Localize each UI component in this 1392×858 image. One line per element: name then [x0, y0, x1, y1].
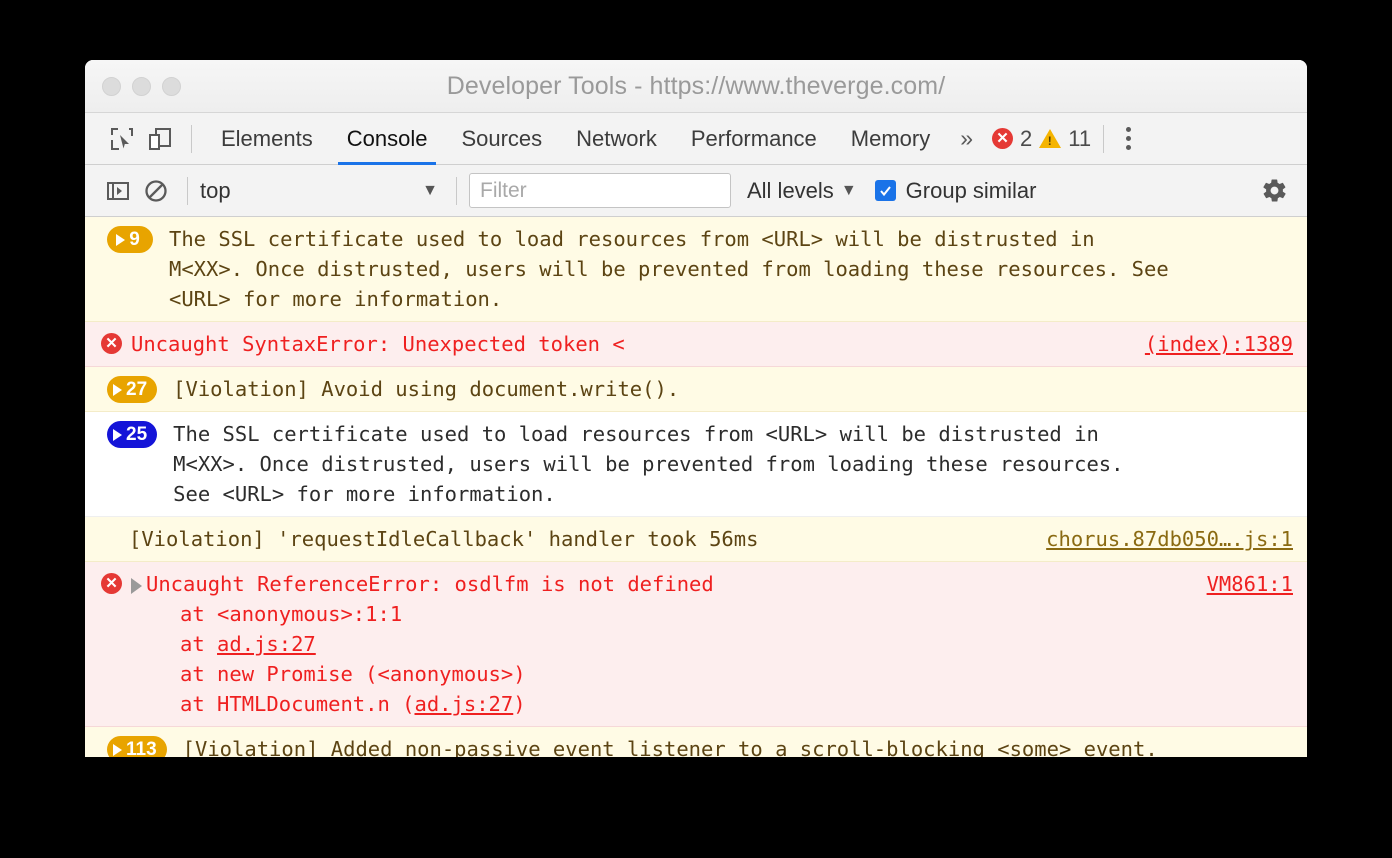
console-message[interactable]: 25 The SSL certificate used to load resou…: [85, 412, 1307, 517]
more-tabs-button[interactable]: »: [947, 125, 986, 152]
devtools-tab-bar: Elements Console Sources Network Perform…: [85, 113, 1307, 165]
stack-frame-link[interactable]: ad.js:27: [415, 692, 514, 716]
minimize-button[interactable]: [132, 76, 151, 96]
message-text: The SSL certificate used to load resourc…: [173, 422, 1124, 506]
message-source-link[interactable]: (index):1389: [1145, 329, 1293, 359]
error-count: 2: [1020, 125, 1033, 151]
inspect-element-icon[interactable]: [103, 120, 141, 158]
message-body: Uncaught SyntaxError: Unexpected token <: [131, 329, 1131, 359]
execution-context-selector[interactable]: top ▼: [200, 178, 444, 204]
title-bar: Developer Tools - https://www.theverge.c…: [85, 60, 1307, 113]
console-message[interactable]: 27 [Violation] Avoid using document.write…: [85, 367, 1307, 412]
console-toolbar: top ▼ All levels ▼ Group similar: [85, 165, 1307, 217]
tab-console[interactable]: Console: [330, 113, 445, 165]
badge-count: 25: [126, 423, 148, 445]
stack-frame: at ad.js:27: [180, 632, 316, 656]
console-toolbar-divider-2: [456, 176, 457, 205]
tab-label: Console: [346, 125, 428, 151]
console-message[interactable]: 113 [Violation] Added non-passive event l…: [85, 727, 1307, 757]
warning-count: 11: [1068, 125, 1092, 151]
tab-memory[interactable]: Memory: [834, 113, 947, 165]
issue-counts[interactable]: ✕ 2 11: [992, 126, 1091, 152]
close-button[interactable]: [102, 76, 121, 96]
message-text: Uncaught SyntaxError: Unexpected token <: [131, 332, 625, 356]
devtools-window: Developer Tools - https://www.theverge.c…: [85, 60, 1307, 757]
console-message[interactable]: ✕ Uncaught ReferenceError: osdlfm is not …: [85, 562, 1307, 727]
badge-count: 113: [126, 738, 157, 758]
tab-label: Memory: [850, 125, 931, 151]
group-similar-toggle[interactable]: Group similar: [874, 177, 1037, 204]
panel-tabs: Elements Console Sources Network Perform…: [204, 113, 947, 165]
tab-label: Sources: [461, 125, 543, 151]
badge-count: 27: [126, 378, 148, 400]
screen: Developer Tools - https://www.theverge.c…: [0, 0, 1392, 858]
message-text: [Violation] Avoid using document.write()…: [173, 377, 680, 401]
chevron-down-icon: ▼: [422, 181, 438, 199]
tab-label: Performance: [690, 125, 817, 151]
message-source-link[interactable]: chorus.87db050….js:1: [1046, 524, 1293, 554]
message-text: The SSL certificate used to load resourc…: [169, 227, 1169, 311]
warning-count-icon: [1039, 129, 1062, 148]
console-message-list[interactable]: 9 The SSL certificate used to load resour…: [85, 217, 1307, 757]
tab-sources[interactable]: Sources: [444, 113, 559, 165]
log-levels-selector[interactable]: All levels ▼: [747, 178, 857, 204]
clear-console-icon[interactable]: [137, 172, 175, 210]
chevron-down-icon-levels: ▼: [840, 181, 857, 199]
message-group-badge[interactable]: 25: [107, 421, 158, 448]
group-similar-label: Group similar: [905, 177, 1037, 203]
expand-triangle-icon: [113, 428, 122, 441]
toolbar-divider-2: [1103, 124, 1105, 153]
log-levels-label: All levels: [747, 177, 834, 203]
stack-frame: at <anonymous>:1:1: [180, 602, 403, 626]
maximize-button[interactable]: [162, 76, 181, 96]
message-body: [Violation] Added non-passive event list…: [183, 734, 1293, 757]
message-source-link[interactable]: VM861:1: [1207, 569, 1293, 599]
message-text: [Violation] Added non-passive event list…: [182, 737, 1158, 757]
expand-triangle-icon: [116, 233, 126, 246]
message-group-badge[interactable]: 9: [107, 226, 153, 253]
console-message[interactable]: 9 The SSL certificate used to load resour…: [85, 217, 1307, 322]
message-group-badge[interactable]: 27: [107, 376, 158, 403]
tab-label: Elements: [221, 125, 313, 151]
stack-frame: at new Promise (<anonymous>): [180, 662, 526, 686]
error-circle-icon: ✕: [101, 333, 123, 355]
message-body: [Violation] Avoid using document.write()…: [173, 374, 1293, 404]
tab-network[interactable]: Network: [559, 113, 674, 165]
tab-label: Network: [576, 125, 657, 151]
console-sidebar-icon[interactable]: [99, 172, 137, 210]
message-text: [Violation] 'requestIdleCallback' handle…: [129, 527, 759, 551]
error-circle-icon: ✕: [101, 573, 123, 595]
message-body: The SSL certificate used to load resourc…: [173, 419, 1293, 509]
toolbar-divider: [191, 124, 192, 153]
filter-input[interactable]: [469, 173, 731, 208]
message-text: Uncaught ReferenceError: osdlfm is not d…: [146, 572, 714, 596]
stack-frame-link[interactable]: ad.js:27: [217, 632, 316, 656]
badge-count: 9: [129, 228, 140, 250]
error-count-icon: ✕: [992, 128, 1014, 149]
expand-triangle-icon: [113, 743, 122, 756]
console-message[interactable]: [Violation] 'requestIdleCallback' handle…: [85, 517, 1307, 562]
execution-context-value: top: [200, 177, 231, 203]
group-similar-checkbox[interactable]: [874, 180, 896, 201]
device-toolbar-icon[interactable]: [141, 120, 179, 158]
message-group-badge[interactable]: 113: [107, 736, 167, 757]
message-body: Uncaught ReferenceError: osdlfm is not d…: [146, 569, 1193, 719]
console-toolbar-divider: [187, 176, 188, 205]
expand-triangle-icon: [113, 383, 122, 396]
window-title: Developer Tools - https://www.theverge.c…: [446, 71, 946, 100]
stack-frame: at HTMLDocument.n (ad.js:27): [180, 692, 526, 716]
console-message[interactable]: ✕ Uncaught SyntaxError: Unexpected token …: [85, 322, 1307, 367]
kebab-menu-icon[interactable]: [1116, 127, 1141, 150]
expand-triangle-icon[interactable]: [131, 578, 142, 594]
tab-performance[interactable]: Performance: [674, 113, 834, 165]
message-body: [Violation] 'requestIdleCallback' handle…: [95, 524, 1032, 554]
window-controls: [102, 60, 181, 112]
message-body: The SSL certificate used to load resourc…: [169, 224, 1293, 314]
tab-elements[interactable]: Elements: [204, 113, 330, 165]
gear-icon[interactable]: [1255, 172, 1293, 210]
